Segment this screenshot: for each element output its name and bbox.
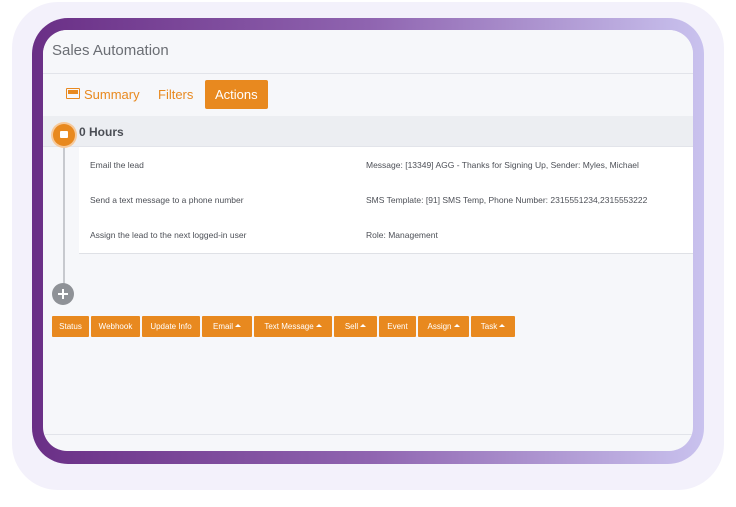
tab-actions[interactable]: Actions bbox=[205, 80, 268, 109]
list-item[interactable]: Assign the lead to the next logged-in us… bbox=[79, 217, 693, 252]
action-detail: SMS Template: [91] SMS Temp, Phone Numbe… bbox=[366, 195, 648, 205]
caret-up-icon bbox=[315, 324, 322, 328]
page-title: Sales Automation bbox=[52, 42, 169, 59]
assign-button[interactable]: Assign bbox=[418, 316, 469, 337]
status-button[interactable]: Status bbox=[52, 316, 89, 337]
list-item[interactable]: Email the lead Message: [13349] AGG - Th… bbox=[79, 147, 693, 182]
list-item[interactable]: Send a text message to a phone number SM… bbox=[79, 182, 693, 217]
sell-button[interactable]: Sell bbox=[334, 316, 377, 337]
text-message-button-label: Text Message bbox=[264, 322, 314, 331]
update-info-button[interactable]: Update Info bbox=[142, 316, 200, 337]
tab-actions-label: Actions bbox=[215, 87, 258, 102]
step-header: 0 Hours bbox=[43, 116, 693, 147]
status-button-label: Status bbox=[59, 322, 82, 331]
plus-icon[interactable] bbox=[52, 283, 74, 305]
footer-divider bbox=[43, 434, 693, 435]
webhook-button[interactable]: Webhook bbox=[91, 316, 140, 337]
tab-summary-label: Summary bbox=[84, 87, 140, 102]
email-button[interactable]: Email bbox=[202, 316, 252, 337]
timeline-line bbox=[63, 130, 65, 295]
event-button[interactable]: Event bbox=[379, 316, 416, 337]
app-screen: Sales Automation Summary Filters Actions… bbox=[43, 30, 693, 451]
assign-button-label: Assign bbox=[427, 322, 452, 331]
action-name: Email the lead bbox=[90, 160, 144, 170]
caret-up-icon bbox=[235, 324, 241, 328]
step-title: 0 Hours bbox=[79, 125, 124, 139]
event-button-label: Event bbox=[387, 322, 408, 331]
task-button-label: Task bbox=[480, 322, 498, 331]
caret-up-icon bbox=[453, 324, 460, 328]
sell-button-label: Sell bbox=[344, 322, 359, 331]
action-detail: Role: Management bbox=[366, 230, 438, 240]
caret-up-icon bbox=[360, 324, 367, 328]
note-icon bbox=[53, 124, 75, 146]
tab-filters-label: Filters bbox=[158, 87, 194, 102]
action-detail: Message: [13349] AGG - Thanks for Signin… bbox=[366, 160, 639, 170]
email-button-label: Email bbox=[212, 322, 233, 331]
tab-summary[interactable]: Summary bbox=[56, 80, 150, 109]
tab-filters[interactable]: Filters bbox=[148, 80, 203, 109]
caret-up-icon bbox=[499, 324, 506, 328]
action-name: Send a text message to a phone number bbox=[90, 195, 244, 205]
task-button[interactable]: Task bbox=[471, 316, 515, 337]
title-bar: Sales Automation bbox=[43, 30, 693, 74]
tab-bar: Summary Filters Actions bbox=[43, 74, 693, 117]
actions-list: Email the lead Message: [13349] AGG - Th… bbox=[79, 147, 693, 254]
summary-icon bbox=[66, 88, 80, 100]
webhook-button-label: Webhook bbox=[98, 322, 133, 331]
update-info-button-label: Update Info bbox=[150, 322, 192, 331]
text-message-button[interactable]: Text Message bbox=[254, 316, 332, 337]
action-name: Assign the lead to the next logged-in us… bbox=[90, 230, 247, 240]
